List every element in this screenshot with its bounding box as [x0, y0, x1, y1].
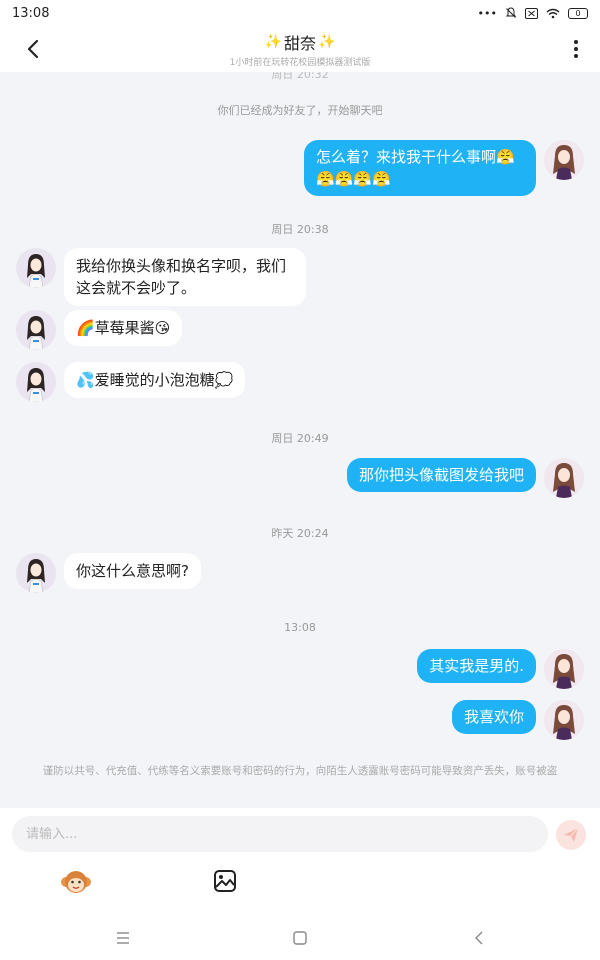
home-icon[interactable]: [290, 928, 310, 948]
incoming-message[interactable]: 🌈草莓果酱😘: [64, 310, 183, 346]
contact-avatar[interactable]: [16, 310, 56, 350]
input-area: [0, 808, 600, 916]
monkey-emoji-icon[interactable]: [60, 868, 92, 896]
avatar-girl-brown-hair-icon: [544, 700, 584, 740]
avatar-girl-black-hair-icon: [16, 553, 56, 593]
back-arrow-icon[interactable]: [22, 36, 48, 62]
status-bar: 13:08 ••• 0: [0, 0, 600, 26]
contact-avatar[interactable]: [16, 362, 56, 402]
send-button[interactable]: [556, 820, 586, 850]
nav-back-icon[interactable]: [470, 928, 490, 948]
send-icon: [564, 827, 579, 842]
avatar-girl-brown-hair-icon: [544, 458, 584, 498]
contact-name: ✨ 甜奈 ✨: [230, 30, 371, 54]
outgoing-message[interactable]: 那你把头像截图发给我吧: [346, 458, 536, 492]
status-icons: ••• 0: [478, 7, 588, 20]
incoming-message[interactable]: 你这什么意思啊?: [64, 553, 201, 589]
image-icon[interactable]: [212, 868, 238, 894]
outgoing-message[interactable]: 我喜欢你: [451, 700, 536, 734]
avatar-girl-black-hair-icon: [16, 248, 56, 288]
avatar-girl-black-hair-icon: [16, 310, 56, 350]
avatar-girl-black-hair-icon: [16, 362, 56, 402]
my-avatar[interactable]: [544, 700, 584, 740]
notification-dots: •••: [477, 6, 497, 20]
my-avatar[interactable]: [544, 458, 584, 498]
contact-name-text: 甜奈: [283, 34, 316, 53]
outgoing-message[interactable]: 其实我是男的.: [417, 649, 536, 683]
more-vertical-icon[interactable]: [566, 36, 586, 62]
timestamp: 13:08: [284, 621, 316, 634]
avatar-girl-brown-hair-icon: [544, 140, 584, 180]
system-nav-bar: [0, 916, 600, 960]
battery-icon: 0: [568, 7, 588, 19]
sim-icon: [525, 7, 538, 19]
contact-status: 1小时前在玩转花校园模拟器测试版: [229, 58, 371, 68]
wifi-icon: [546, 8, 560, 18]
contact-avatar[interactable]: [16, 248, 56, 288]
timestamp: 周日 20:38: [271, 223, 329, 236]
battery-level: 0: [575, 8, 581, 18]
status-time: 13:08: [12, 5, 50, 21]
timestamp-partial: 周日 20:32: [271, 72, 329, 81]
avatar-girl-brown-hair-icon: [544, 649, 584, 689]
contact-avatar[interactable]: [16, 553, 56, 593]
sparkle-left-icon: ✨: [264, 34, 282, 50]
timestamp: 周日 20:49: [271, 432, 329, 445]
header-center: ✨ 甜奈 ✨ 1小时前在玩转花校园模拟器测试版: [230, 30, 371, 68]
menu-icon[interactable]: [113, 928, 133, 948]
my-avatar[interactable]: [544, 649, 584, 689]
message-input[interactable]: [12, 816, 548, 852]
chat-header: ✨ 甜奈 ✨ 1小时前在玩转花校园模拟器测试版: [0, 26, 600, 72]
incoming-message[interactable]: 💦爱睡觉的小泡泡糖💭: [64, 362, 246, 398]
chat-area[interactable]: 周日 20:32 你们已经成为好友了，开始聊天吧 怎么着？来找我干什么事啊😤😤😤…: [0, 72, 600, 808]
sparkle-right-icon: ✨: [318, 34, 336, 50]
timestamp: 昨天 20:24: [271, 527, 329, 540]
system-message: 你们已经成为好友了，开始聊天吧: [217, 104, 383, 117]
mute-bell-icon: [505, 7, 517, 18]
incoming-message[interactable]: 我给你换头像和换名字呗，我们这会就不会吵了。: [64, 248, 306, 306]
my-avatar[interactable]: [544, 140, 584, 180]
outgoing-message[interactable]: 怎么着？来找我干什么事啊😤😤😤😤😤: [304, 140, 536, 196]
security-warning: 谨防以共号、代充值、代练等名义索要账号和密码的行为，向陌生人透露账号密码可能导致…: [42, 765, 558, 777]
